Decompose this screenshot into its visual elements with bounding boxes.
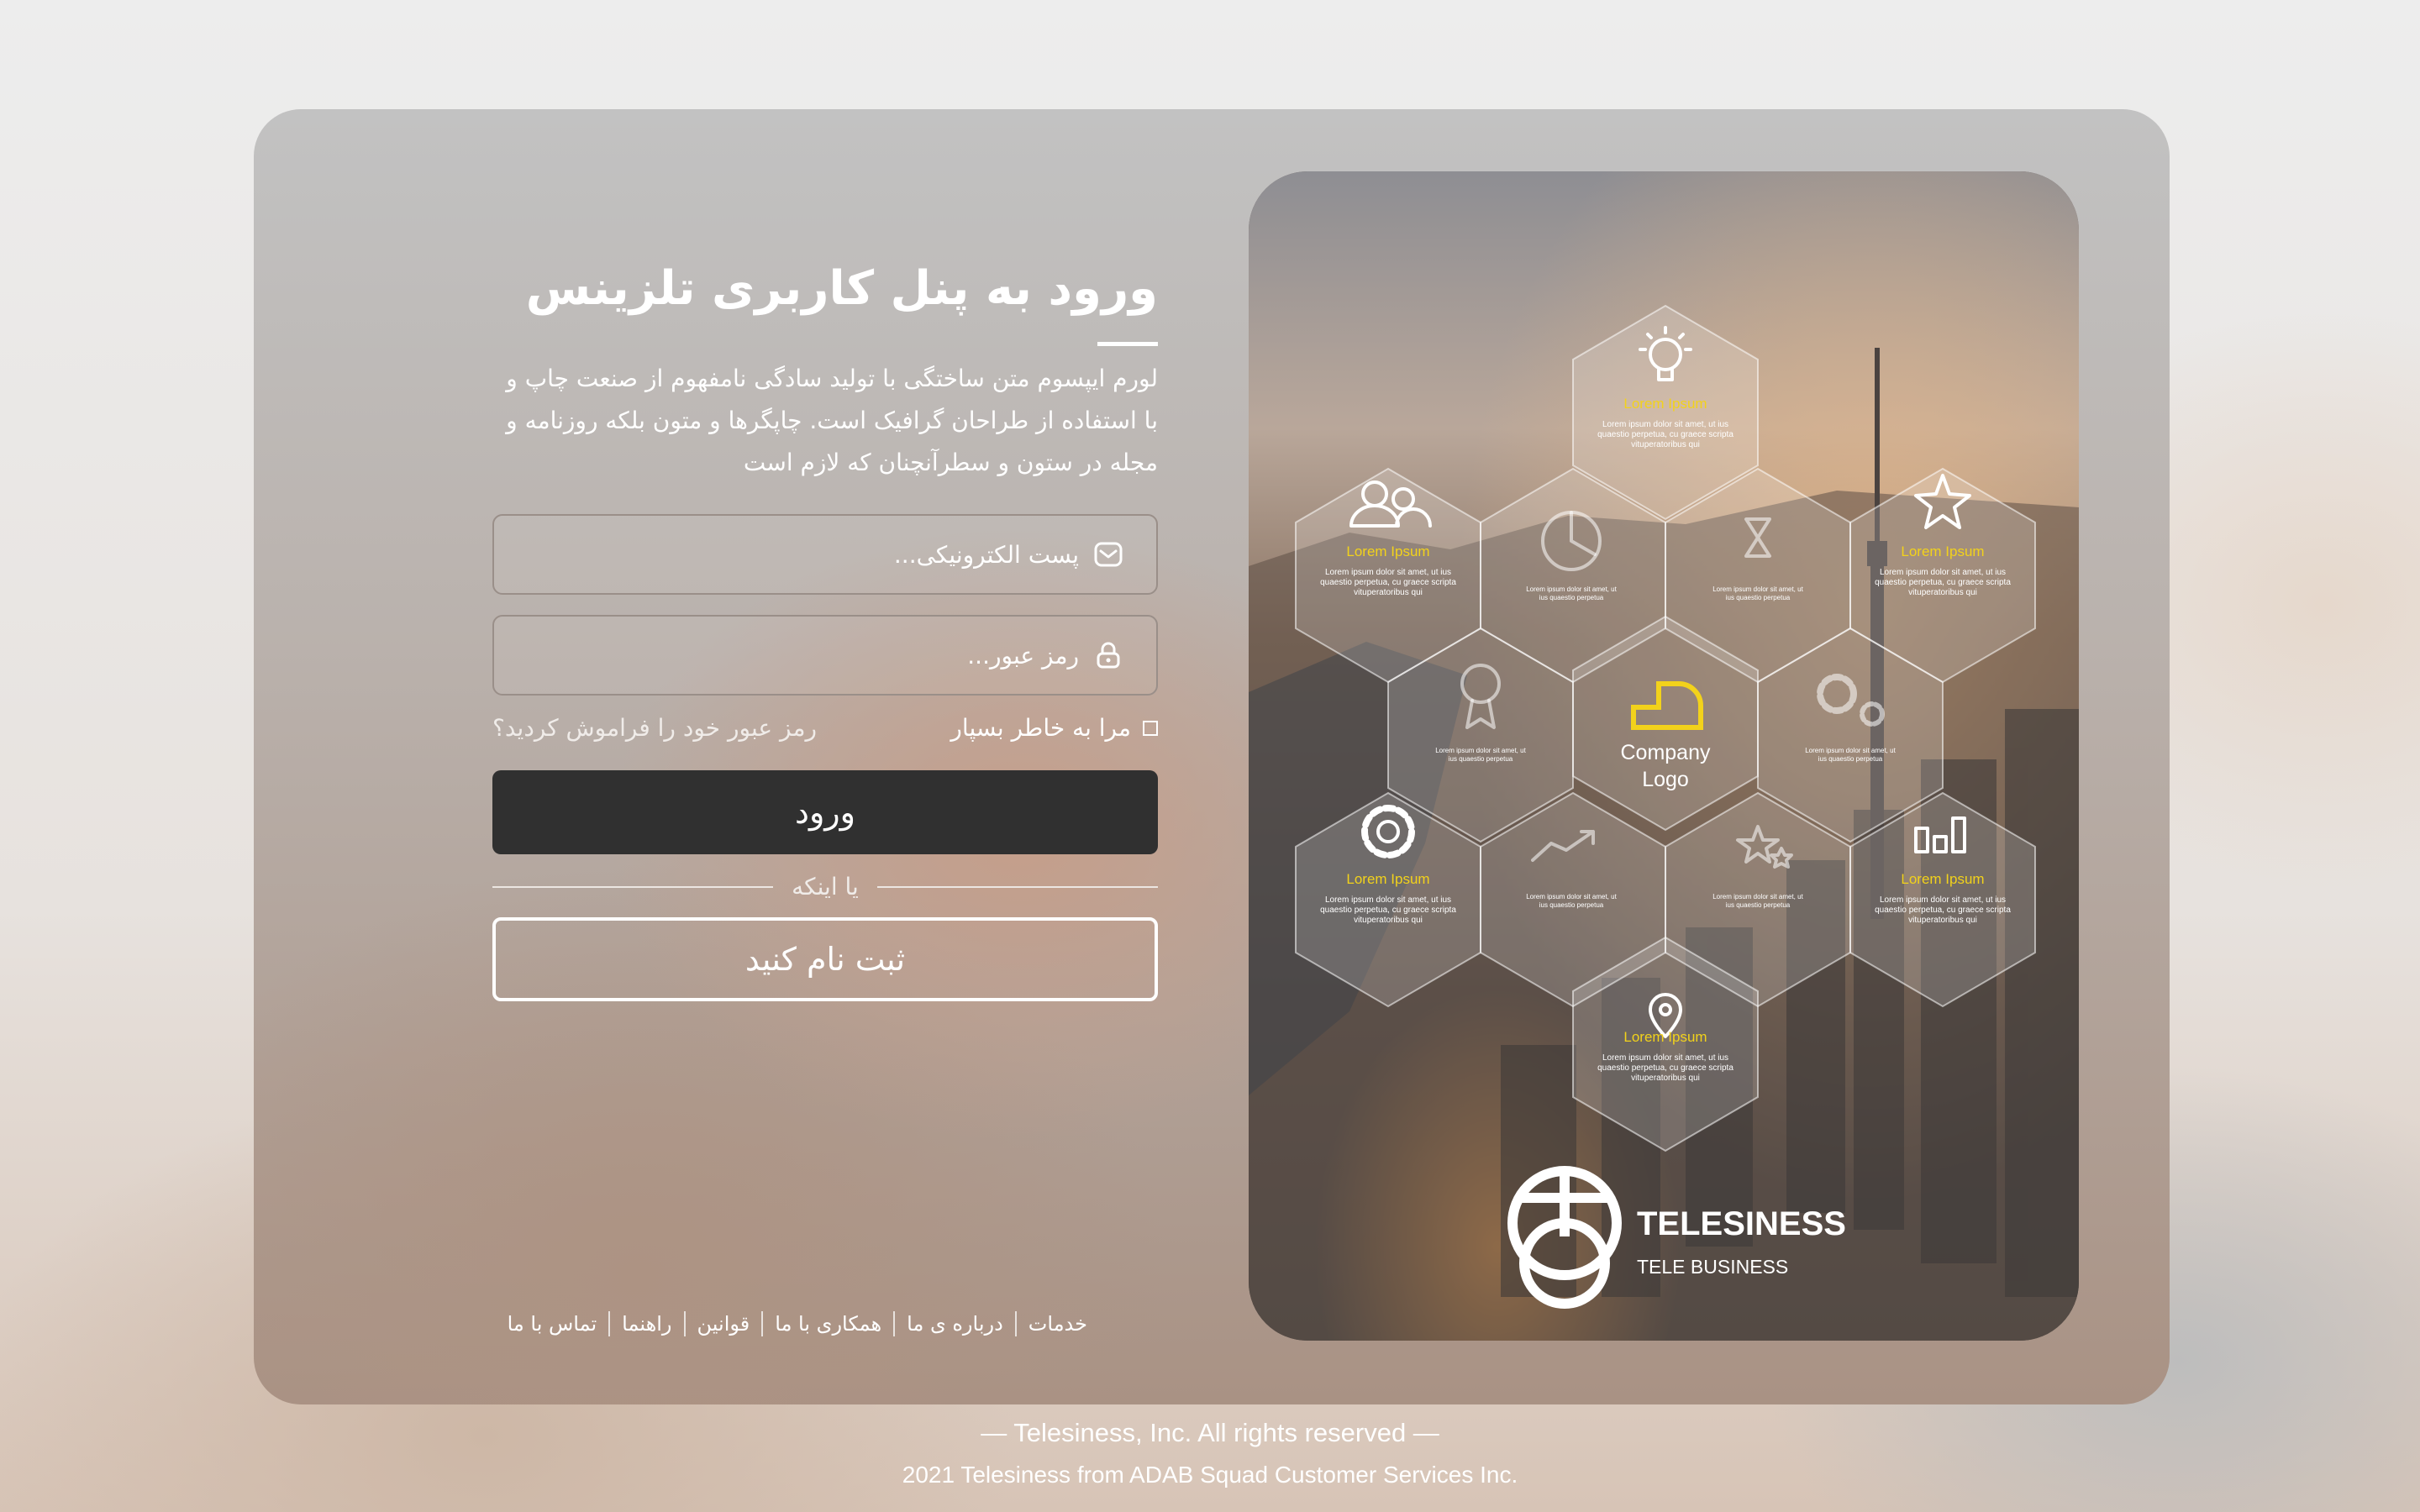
hex-text-lower-left-1: Lorem ipsum dolor sit amet, ut ius [1325,895,1451,905]
divider-line [492,885,774,888]
footer-separator [1014,1311,1017,1336]
hex-small-text-1a: Lorem ipsum dolor sit amet, ut [1526,585,1617,593]
hex-title-lower-left: Lorem Ipsum [1346,871,1429,887]
hex-small-text-4b: ius quaestio perpetua [1818,755,1883,763]
hex-text-lower-right-3: vituperatoribus qui [1908,916,1977,925]
hex-small-text-3b: ius quaestio perpetua [1449,755,1513,763]
copyright-company: 2021 Telesiness from ADAB Squad Customer… [902,1462,1518,1488]
footer-link-rules[interactable]: قوانین [697,1312,750,1336]
hex-small-text-2b: ius quaestio perpetua [1726,594,1791,601]
or-divider: یا اینکه [492,873,1158,900]
login-card: ورود به پنل کاربری تلزینس لورم ایپسوم مت… [254,109,2170,1404]
footer-link-about[interactable]: درباره ی ما [907,1312,1003,1336]
center-label-2: Logo [1642,768,1689,791]
hex-text-top-1: Lorem ipsum dolor sit amet, ut ius [1602,420,1728,429]
footer-separator [683,1311,686,1336]
mail-icon [1094,540,1123,569]
footer-nav: خدمات درباره ی ما همکاری با ما قوانین را… [462,1307,1087,1341]
title-underline [1097,342,1158,347]
center-label-1: Company [1621,741,1711,764]
hex-text-upper-right-3: vituperatoribus qui [1908,588,1977,597]
footer-link-help[interactable]: راهنما [622,1312,671,1336]
hex-title-bottom: Lorem Ipsum [1623,1029,1707,1045]
copyright-line: — Telesiness, Inc. All rights reserved — [981,1418,1439,1447]
footer-link-services[interactable]: خدمات [1028,1312,1087,1336]
lock-icon [1094,641,1123,669]
hex-small-text-6b: ius quaestio perpetua [1726,901,1791,909]
login-options: مرا به خاطر بسپار رمز عبور خود را فراموش… [492,714,1158,742]
hex-text-upper-right-1: Lorem ipsum dolor sit amet, ut ius [1880,568,2006,577]
email-field[interactable] [492,514,1158,596]
page-title: ورود به پنل کاربری تلزینس [525,261,1158,316]
divider-label: یا اینکه [792,873,859,901]
hex-text-bottom-3: vituperatoribus qui [1631,1074,1700,1083]
footer-separator [608,1311,611,1336]
hex-small-text-2a: Lorem ipsum dolor sit amet, ut [1712,585,1803,593]
hex-title-upper-right: Lorem Ipsum [1901,543,1984,559]
login-button[interactable]: ورود [492,770,1158,855]
hex-text-upper-left-3: vituperatoribus qui [1354,588,1423,597]
remember-label: مرا به خاطر بسپار [950,714,1131,743]
hex-small-text-1b: ius quaestio perpetua [1539,594,1604,601]
promo-illustration: Company Logo Lorem Ipsum Lorem ipsum dol… [1249,171,2079,1341]
hex-text-lower-left-3: vituperatoribus qui [1354,916,1423,925]
hex-text-upper-left-1: Lorem ipsum dolor sit amet, ut ius [1325,568,1451,577]
hex-title-upper-left: Lorem Ipsum [1346,543,1429,559]
hex-title-lower-right: Lorem Ipsum [1901,871,1984,887]
brand-tagline: TELE BUSINESS [1637,1256,1788,1278]
hex-text-lower-right-2: quaestio perpetua, cu graece scripta [1875,906,2011,915]
hex-text-bottom-2: quaestio perpetua, cu graece scripta [1597,1063,1733,1073]
login-form: ورود به پنل کاربری تلزینس لورم ایپسوم مت… [492,260,1158,1002]
divider-line [876,885,1158,888]
hex-small-text-3a: Lorem ipsum dolor sit amet, ut [1435,747,1526,754]
hex-small-text-5a: Lorem ipsum dolor sit amet, ut [1526,893,1617,900]
footer-link-cooperation[interactable]: همکاری با ما [775,1312,881,1336]
promo-image: Company Logo Lorem Ipsum Lorem ipsum dol… [1249,171,2079,1341]
hex-text-lower-left-2: quaestio perpetua, cu graece scripta [1320,906,1456,915]
footer-separator [893,1311,896,1336]
hex-small-text-5b: ius quaestio perpetua [1539,901,1604,909]
hex-title-top: Lorem Ipsum [1623,396,1707,412]
login-description: لورم ایپسوم متن ساختگی با تولید سادگی نا… [506,365,1158,477]
forgot-password-link[interactable]: رمز عبور خود را فراموش کردید؟ [492,714,817,742]
hex-small-text-4a: Lorem ipsum dolor sit amet, ut [1805,747,1896,754]
hex-text-lower-right-1: Lorem ipsum dolor sit amet, ut ius [1880,895,2006,905]
hex-text-upper-right-2: quaestio perpetua, cu graece scripta [1875,578,2011,587]
hex-small-text-6a: Lorem ipsum dolor sit amet, ut [1712,893,1803,900]
password-field[interactable] [492,615,1158,696]
footer-separator [761,1311,764,1336]
password-input[interactable] [494,640,1081,670]
hex-text-bottom-1: Lorem ipsum dolor sit amet, ut ius [1602,1053,1728,1063]
hex-text-upper-left-2: quaestio perpetua, cu graece scripta [1320,578,1456,587]
hex-text-top-3: vituperatoribus qui [1631,440,1700,449]
email-input[interactable] [494,539,1081,570]
remember-me[interactable]: مرا به خاطر بسپار [950,714,1158,742]
register-button[interactable]: ثبت نام کنید [492,917,1158,1002]
brand-name: TELESINESS [1637,1205,1846,1242]
remember-checkbox[interactable] [1143,720,1158,736]
footer-link-contact[interactable]: تماس با ما [508,1312,597,1336]
hex-text-top-2: quaestio perpetua, cu graece scripta [1597,430,1733,439]
